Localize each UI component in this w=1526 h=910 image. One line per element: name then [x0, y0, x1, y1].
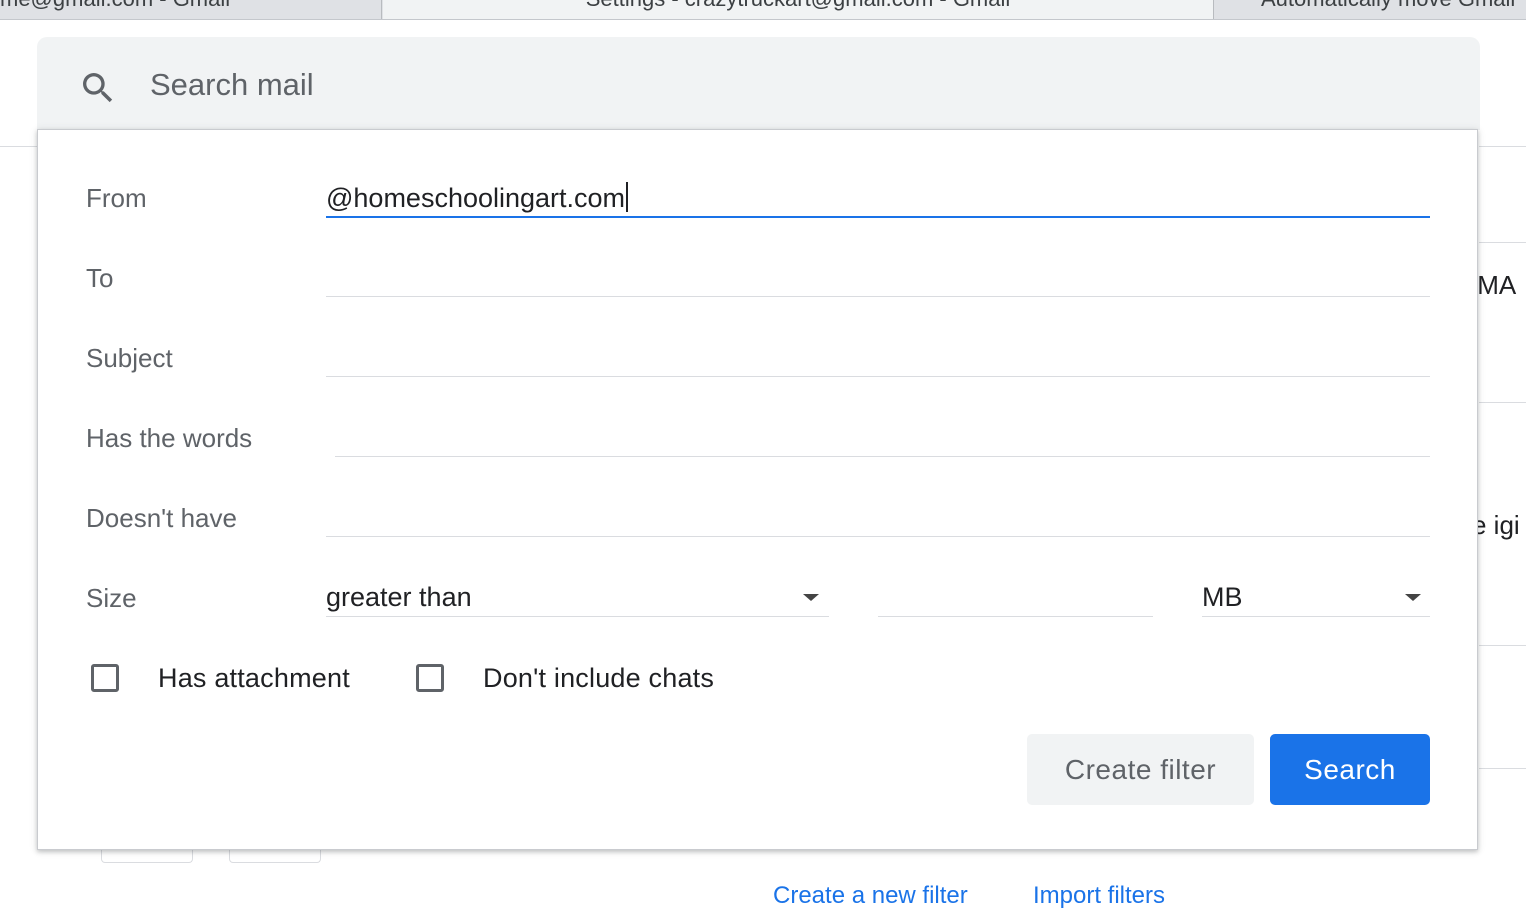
- search-input-placeholder[interactable]: Search mail: [150, 66, 314, 104]
- dropdown-arrow-icon: [1405, 594, 1421, 601]
- background-divider: [1479, 146, 1526, 147]
- browser-tab-label: Settings - crazytruckart@gmail.com - Gma…: [586, 0, 1011, 11]
- has-attachment-checkbox[interactable]: [91, 664, 119, 692]
- dropdown-arrow-icon: [803, 594, 819, 601]
- size-unit-value: MB: [1202, 582, 1243, 612]
- from-field-value: @homeschoolingart.com: [326, 183, 626, 213]
- doesnt-have-label: Doesn't have: [86, 503, 237, 533]
- browser-tab-strip: me@gmail.com - Gmail Settings - crazytru…: [0, 0, 1526, 20]
- browser-tab-gmail[interactable]: me@gmail.com - Gmail: [0, 0, 382, 19]
- text-cursor: [626, 182, 629, 212]
- size-operator-select[interactable]: greater than: [326, 576, 829, 617]
- has-attachment-label[interactable]: Has attachment: [158, 662, 350, 694]
- from-label: From: [86, 183, 147, 213]
- to-label: To: [86, 263, 114, 293]
- subject-label: Subject: [86, 343, 173, 373]
- browser-tab-label: Automatically move Gmail: [1261, 0, 1515, 11]
- has-words-field[interactable]: [335, 416, 1430, 457]
- subject-field[interactable]: [326, 336, 1430, 377]
- size-operator-value: greater than: [326, 582, 472, 612]
- search-button[interactable]: Search: [1270, 734, 1430, 805]
- size-label: Size: [86, 583, 137, 613]
- background-text: e igi: [1472, 510, 1520, 540]
- background-divider: [1479, 402, 1526, 403]
- browser-tab-article[interactable]: Automatically move Gmail: [1215, 0, 1526, 19]
- create-new-filter-link[interactable]: Create a new filter: [773, 882, 968, 910]
- browser-tab-label: me@gmail.com - Gmail: [0, 0, 230, 11]
- background-divider: [0, 146, 37, 147]
- import-filters-link[interactable]: Import filters: [1033, 882, 1165, 910]
- dont-include-chats-label[interactable]: Don't include chats: [483, 662, 714, 694]
- browser-tab-settings[interactable]: Settings - crazytruckart@gmail.com - Gma…: [383, 0, 1214, 19]
- advanced-search-panel: [37, 129, 1478, 850]
- size-unit-select[interactable]: MB: [1202, 576, 1430, 617]
- to-field[interactable]: [326, 256, 1430, 297]
- background-divider: [1479, 768, 1526, 769]
- from-field[interactable]: @homeschoolingart.com: [326, 176, 1430, 218]
- background-divider: [1479, 242, 1526, 243]
- dont-include-chats-checkbox[interactable]: [416, 664, 444, 692]
- search-icon[interactable]: [78, 68, 118, 108]
- create-filter-button[interactable]: Create filter: [1027, 734, 1254, 805]
- has-words-label: Has the words: [86, 423, 253, 453]
- doesnt-have-field[interactable]: [326, 496, 1430, 537]
- size-amount-input[interactable]: [878, 576, 1153, 617]
- background-divider: [1479, 645, 1526, 646]
